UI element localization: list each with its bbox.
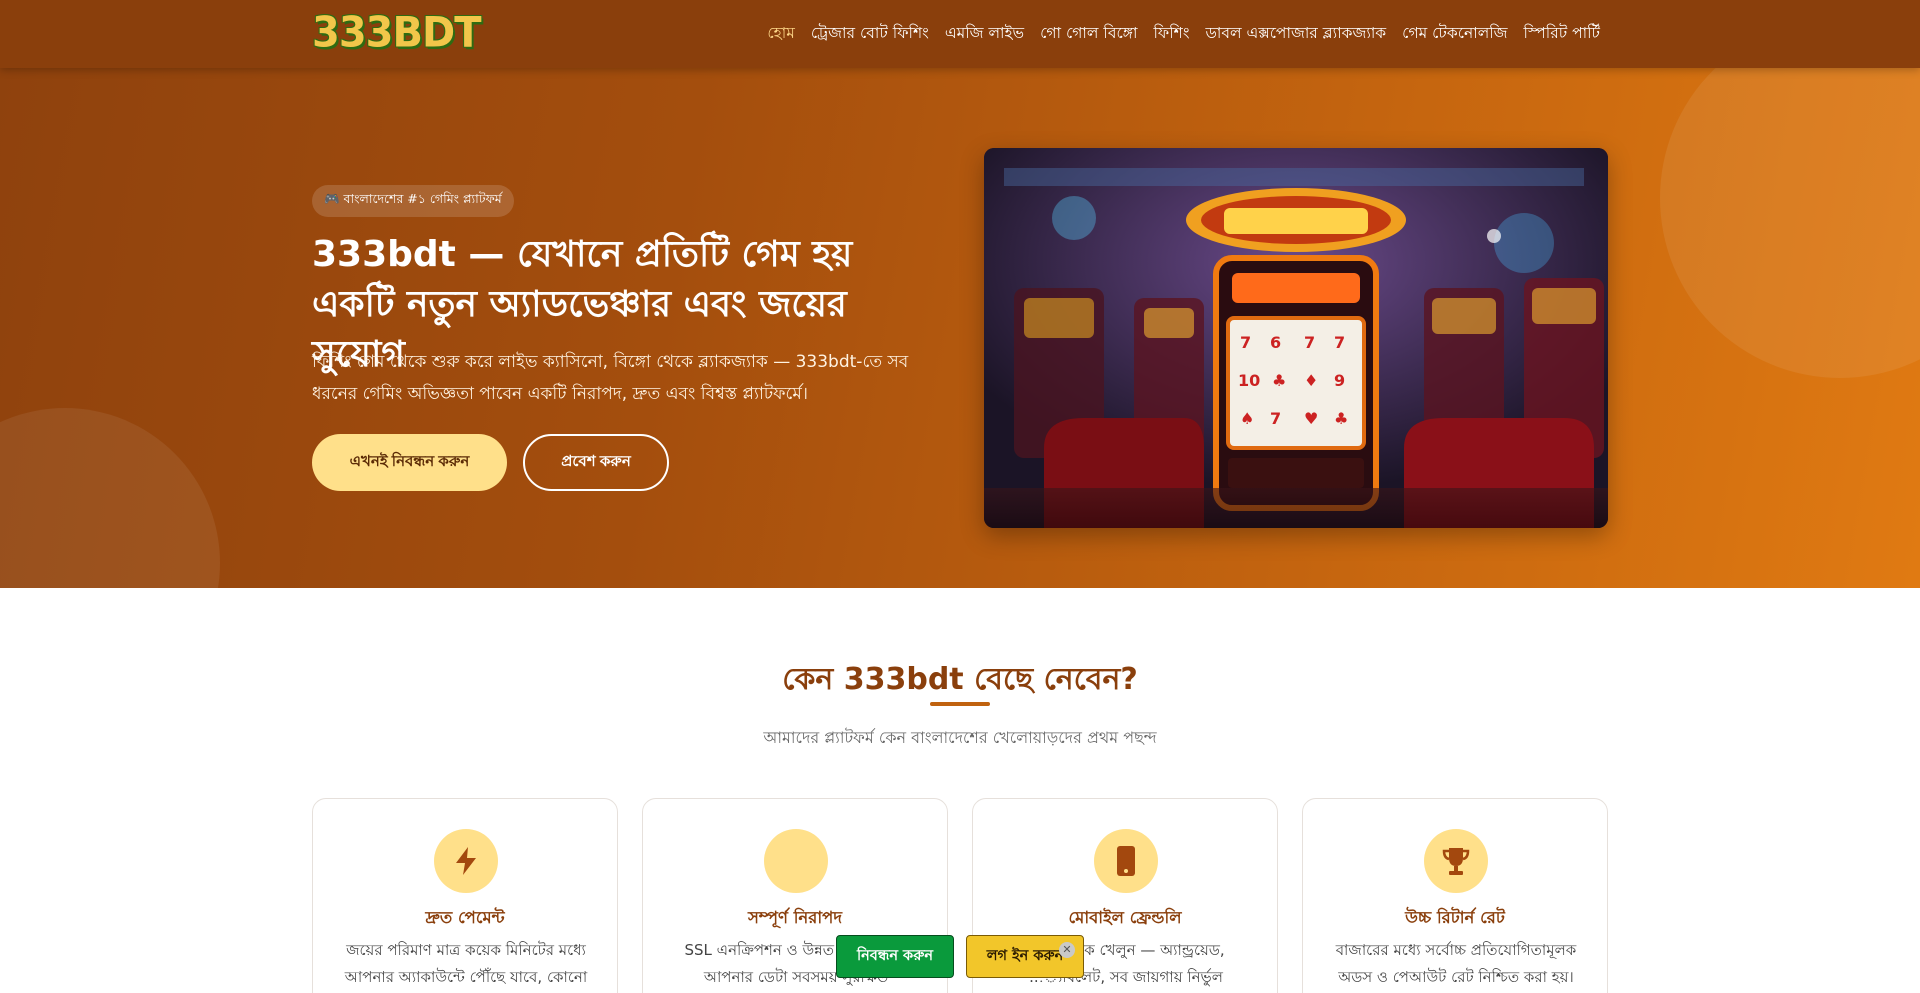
nav-item-double-exposure-blackjack[interactable]: ডাবল এক্সপোজার ব্ল্যাকজ্যাক [1206, 21, 1387, 47]
feature-card-title: দ্রুত পেমেন্ট [425, 908, 505, 927]
nav-item-treasure-boat-fishing[interactable]: ট্রেজার বোট ফিশিং [811, 21, 929, 47]
svg-text:7: 7 [1334, 333, 1345, 352]
features-title: কেন 333bdt বেছে নেবেন? [782, 662, 1138, 697]
hero-slot-machine-image: 7677 10 ♣ ♦ 9 ♠ 7 ♥ ♣ [984, 148, 1608, 528]
logo-text: 333BDT [312, 8, 481, 58]
feature-card-text: বাজারের মধ্যে সর্বোচ্চ প্রতিযোগিতামূলক অ… [1335, 941, 1577, 986]
title-underline [930, 702, 990, 706]
feature-card-high-return-rate: উচ্চ রিটার্ন রেট বাজারের মধ্যে সর্বোচ্চ … [1302, 798, 1608, 993]
svg-text:♣: ♣ [1272, 371, 1286, 390]
decorative-circle [0, 408, 220, 588]
hero-description: ফিশিং গেম থেকে শুরু করে লাইভ ক্যাসিনো, ব… [312, 352, 909, 404]
shield-icon [764, 829, 828, 893]
feature-card-title: মোবাইল ফ্রেন্ডলি [1068, 908, 1182, 927]
svg-text:♦: ♦ [1304, 371, 1318, 390]
site-logo[interactable]: 333BDT [312, 9, 481, 57]
nav-item-spirit-party[interactable]: স্পিরিট পার্টি [1524, 21, 1600, 47]
nav-item-game-technology[interactable]: গেম টেকনোলজি [1402, 21, 1507, 47]
trophy-icon [1424, 829, 1488, 893]
svg-text:7: 7 [1240, 333, 1251, 352]
main-nav: হোম ট্রেজার বোট ফিশিং এমজি লাইভ গো গোল ব… [767, 0, 1600, 68]
svg-text:7: 7 [1304, 333, 1315, 352]
svg-text:10: 10 [1238, 371, 1260, 390]
feature-card-text: জয়ের পরিমাণ মাত্র কয়েক মিনিটের মধ্যে আ… [344, 941, 588, 986]
svg-text:9: 9 [1334, 371, 1345, 390]
svg-text:♠: ♠ [1240, 409, 1254, 428]
svg-text:♣: ♣ [1334, 409, 1348, 428]
svg-text:7: 7 [1270, 409, 1281, 428]
floating-register-button[interactable]: নিবন্ধন করুন [836, 935, 954, 978]
close-icon[interactable]: ✕ [1059, 942, 1075, 958]
site-header: 333BDT হোম ট্রেজার বোট ফিশিং এমজি লাইভ গ… [0, 0, 1920, 68]
svg-text:6: 6 [1270, 333, 1281, 352]
register-now-button[interactable]: এখনই নিবন্ধন করুন [312, 434, 507, 491]
svg-text:♥: ♥ [1304, 409, 1318, 428]
hero-section: 🎮 বাংলাদেশের #১ গেমিং প্ল্যাটফর্ম 333bdt… [0, 68, 1920, 588]
feature-card-title: সম্পূর্ণ নিরাপদ [747, 908, 843, 927]
nav-item-mg-live[interactable]: এমজি লাইভ [945, 21, 1024, 47]
feature-card-title: উচ্চ রিটার্ন রেট [1405, 908, 1505, 927]
nav-item-fishing[interactable]: ফিশিং [1153, 21, 1189, 47]
hero-badge: 🎮 বাংলাদেশের #১ গেমিং প্ল্যাটফর্ম [312, 185, 514, 217]
decorative-circle [1660, 68, 1920, 378]
features-subtitle: আমাদের প্ল্যাটফর্ম কেন বাংলাদেশের খেলোয়… [763, 728, 1157, 747]
feature-card-fast-payment: দ্রুত পেমেন্ট জয়ের পরিমাণ মাত্র কয়েক ম… [312, 798, 618, 993]
enter-button[interactable]: প্রবেশ করুন [523, 434, 669, 491]
lightning-icon [434, 829, 498, 893]
hero-badge-text: 🎮 বাংলাদেশের #১ গেমিং প্ল্যাটফর্ম [324, 191, 502, 206]
nav-item-go-goal-bingo[interactable]: গো গোল বিঙ্গো [1040, 21, 1137, 47]
mobile-icon [1094, 829, 1158, 893]
nav-item-home[interactable]: হোম [767, 21, 795, 47]
slot-machine-illustration: 7677 10 ♣ ♦ 9 ♠ 7 ♥ ♣ [984, 148, 1608, 528]
